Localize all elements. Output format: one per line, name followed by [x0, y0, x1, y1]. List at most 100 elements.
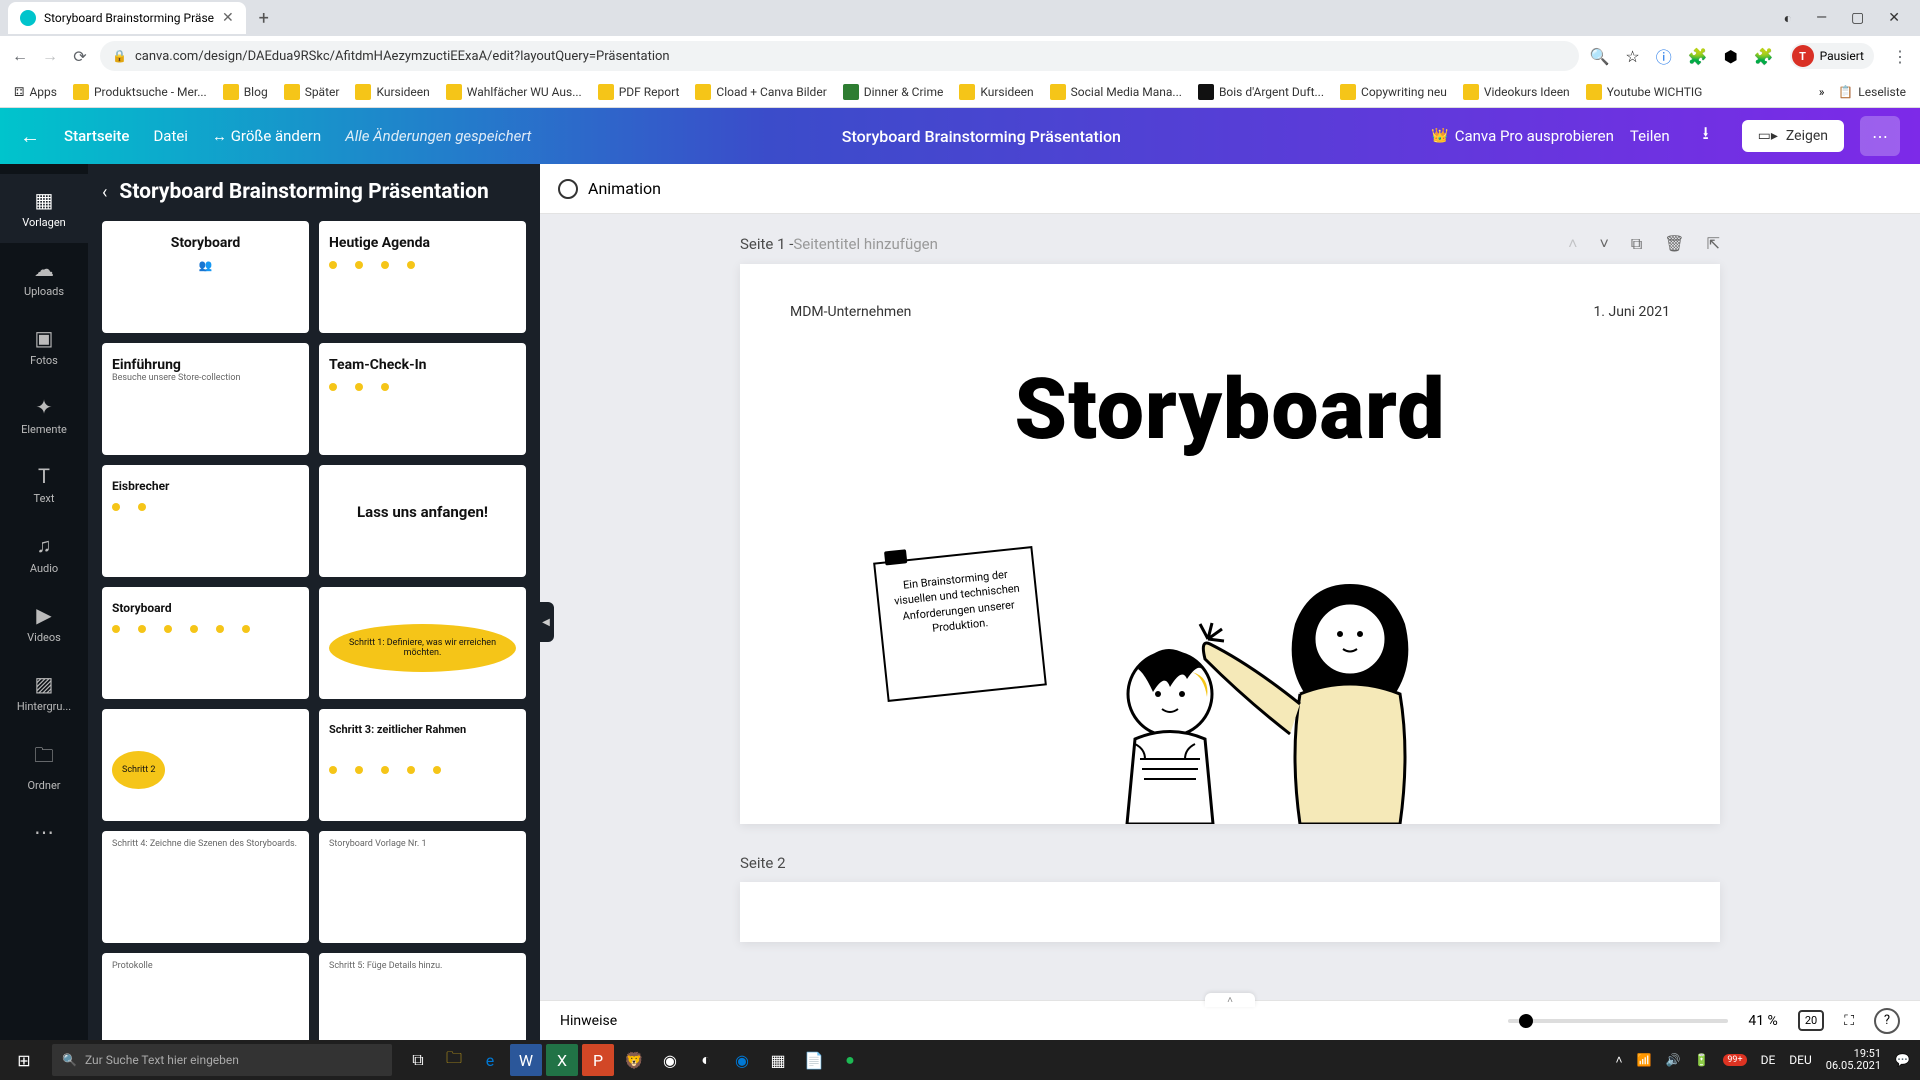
excel-icon[interactable]: X	[546, 1044, 578, 1076]
powerpoint-icon[interactable]: P	[582, 1044, 614, 1076]
bookmark-item[interactable]: Später	[280, 84, 344, 100]
collapse-panel-icon[interactable]: ◀	[538, 602, 554, 642]
browser-tab[interactable]: Storyboard Brainstorming Präse ✕	[8, 2, 246, 34]
zoom-slider[interactable]	[1508, 1019, 1728, 1023]
template-thumb[interactable]: Schritt 5: Füge Details hinzu.	[319, 953, 526, 1040]
zoom-page-icon[interactable]: 🔍	[1589, 47, 1609, 66]
template-thumb[interactable]: Schritt 4: Zeichne die Szenen des Storyb…	[102, 831, 309, 943]
slide-canvas[interactable]: MDM-Unternehmen 1. Juni 2021 Storyboard …	[740, 264, 1720, 824]
delete-page-icon[interactable]: 🗑	[1664, 234, 1684, 254]
share-button[interactable]: Teilen	[1630, 127, 1670, 145]
tray-overflow-icon[interactable]: ˄	[1615, 1053, 1622, 1067]
help-icon[interactable]: ?	[1874, 1008, 1900, 1034]
template-thumb[interactable]: Protokolle	[102, 953, 309, 1040]
duplicate-page-icon[interactable]: ⧉	[1631, 234, 1642, 254]
notes-toggle[interactable]: Hinweise	[560, 1013, 617, 1029]
address-bar[interactable]: 🔒 canva.com/design/DAEdua9RSkc/AfitdmHAe…	[100, 41, 1579, 71]
ext1-icon[interactable]: ⓘ	[1656, 44, 1672, 68]
network-icon[interactable]: 📶	[1637, 1053, 1652, 1067]
bookmark-item[interactable]: Wahlfächer WU Aus...	[442, 84, 586, 100]
bookmark-item[interactable]: Social Media Mana...	[1046, 84, 1186, 100]
bookmark-item[interactable]: Bois d'Argent Duft...	[1194, 84, 1328, 100]
bookmark-item[interactable]: Kursideen	[351, 84, 433, 100]
obs-icon[interactable]: ◉	[654, 1044, 686, 1076]
template-thumb[interactable]: Storyboard Vorlage Nr. 1	[319, 831, 526, 943]
tray-badge[interactable]: 99+	[1723, 1054, 1746, 1066]
bookmark-item[interactable]: PDF Report	[594, 84, 684, 100]
bookmark-item[interactable]: Videokurs Ideen	[1459, 84, 1574, 100]
apps-bookmark[interactable]: ⚃Apps	[10, 85, 61, 99]
reading-list[interactable]: 📋Leseliste	[1834, 85, 1910, 99]
date-text[interactable]: 1. Juni 2021	[1593, 304, 1670, 320]
fullscreen-icon[interactable]: ⛶	[1844, 1013, 1854, 1029]
download-icon[interactable]: ⭳	[1686, 116, 1726, 156]
bookmark-star-icon[interactable]: ☆	[1625, 47, 1639, 66]
maximize-icon[interactable]: ▢	[1851, 10, 1864, 27]
page-title-input[interactable]: Seitentitel hinzufügen	[793, 235, 938, 253]
reload-icon[interactable]: ⟳	[70, 47, 90, 66]
template-thumb[interactable]: Eisbrecher	[102, 465, 309, 577]
slide-heading[interactable]: Storyboard	[790, 360, 1670, 459]
template-thumb[interactable]: Lass uns anfangen!	[319, 465, 526, 577]
spotify-icon[interactable]: ●	[834, 1044, 866, 1076]
bookmark-item[interactable]: Youtube WICHTIG	[1582, 84, 1707, 100]
explorer-icon[interactable]: 🗀	[438, 1044, 470, 1076]
bookmark-overflow-icon[interactable]: »	[1819, 85, 1825, 99]
template-thumb[interactable]: Storyboard	[102, 587, 309, 699]
panel-back-icon[interactable]: ‹	[102, 182, 107, 203]
bookmark-item[interactable]: Kursideen	[955, 84, 1037, 100]
file-menu[interactable]: Datei	[153, 127, 188, 145]
bookmark-item[interactable]: Copywriting neu	[1336, 84, 1451, 100]
move-down-icon[interactable]: ˅	[1600, 234, 1609, 254]
notifications-icon[interactable]: 💬	[1895, 1053, 1910, 1067]
app-icon[interactable]: ▦	[762, 1044, 794, 1076]
slide-canvas[interactable]	[740, 882, 1720, 942]
ext2-icon[interactable]: 🧩	[1688, 47, 1708, 66]
sidebar-item-elements[interactable]: ✦Elemente	[0, 381, 88, 450]
try-pro-button[interactable]: Canva Pro ausprobieren	[1431, 127, 1614, 145]
page-share-icon[interactable]: ⇱	[1707, 234, 1720, 254]
volume-icon[interactable]: 🔊	[1665, 1053, 1680, 1067]
more-menu-icon[interactable]: ⋯	[1860, 116, 1900, 156]
template-thumb[interactable]: Team-Check-In	[319, 343, 526, 455]
ext3-icon[interactable]: ⬢	[1724, 47, 1738, 66]
bookmark-item[interactable]: Produktsuche - Mer...	[69, 84, 211, 100]
bookmark-item[interactable]: Blog	[219, 84, 272, 100]
resize-menu[interactable]: ↔ Größe ändern	[212, 127, 321, 145]
extensions-icon[interactable]: 🧩	[1754, 47, 1774, 66]
brave-icon[interactable]: 🦁	[618, 1044, 650, 1076]
battery-icon[interactable]: 🔋	[1694, 1053, 1709, 1067]
sidebar-item-more[interactable]: ⋯	[0, 806, 88, 858]
minimize-icon[interactable]: —	[1816, 10, 1827, 27]
start-button[interactable]: ⊞	[0, 1051, 48, 1070]
edge-icon[interactable]: ◉	[726, 1044, 758, 1076]
taskview-icon[interactable]: ⧉	[402, 1044, 434, 1076]
template-thumb[interactable]: Heutige Agenda	[319, 221, 526, 333]
template-thumb[interactable]: Storyboard👥	[102, 221, 309, 333]
back-arrow-icon[interactable]: ←	[20, 124, 40, 149]
close-window-icon[interactable]: ✕	[1888, 10, 1900, 27]
notepad-icon[interactable]: 📄	[798, 1044, 830, 1076]
back-icon[interactable]: ←	[10, 46, 30, 66]
animation-button[interactable]: Animation	[588, 179, 661, 198]
sidebar-item-audio[interactable]: ♫Audio	[0, 519, 88, 589]
home-link[interactable]: Startseite	[64, 127, 129, 145]
chrome-icon[interactable]: ◐	[690, 1044, 722, 1076]
move-up-icon[interactable]: ˄	[1568, 234, 1577, 254]
company-text[interactable]: MDM-Unternehmen	[790, 304, 911, 320]
menu-icon[interactable]: ⋮	[1890, 47, 1910, 66]
grid-view-button[interactable]: 20	[1798, 1010, 1824, 1031]
template-thumb[interactable]: Schritt 1: Definiere, was wir erreichen …	[319, 587, 526, 699]
word-icon[interactable]: W	[510, 1044, 542, 1076]
sticky-note[interactable]: Ein Brainstorming der visuellen und tech…	[873, 546, 1047, 702]
incognito-icon[interactable]: ◐	[1784, 10, 1792, 27]
sidebar-item-videos[interactable]: ▶Videos	[0, 589, 88, 658]
account-chip[interactable]: T Pausiert	[1790, 43, 1874, 69]
document-title[interactable]: Storyboard Brainstorming Präsentation	[555, 127, 1407, 146]
bookmark-item[interactable]: Cload + Canva Bilder	[691, 84, 830, 100]
sidebar-item-uploads[interactable]: ☁Uploads	[0, 243, 88, 312]
sidebar-item-text[interactable]: TText	[0, 450, 88, 519]
sidebar-item-templates[interactable]: ▦Vorlagen	[0, 174, 88, 243]
bookmark-item[interactable]: Dinner & Crime	[839, 84, 948, 100]
sidebar-item-photos[interactable]: ▣Fotos	[0, 312, 88, 381]
